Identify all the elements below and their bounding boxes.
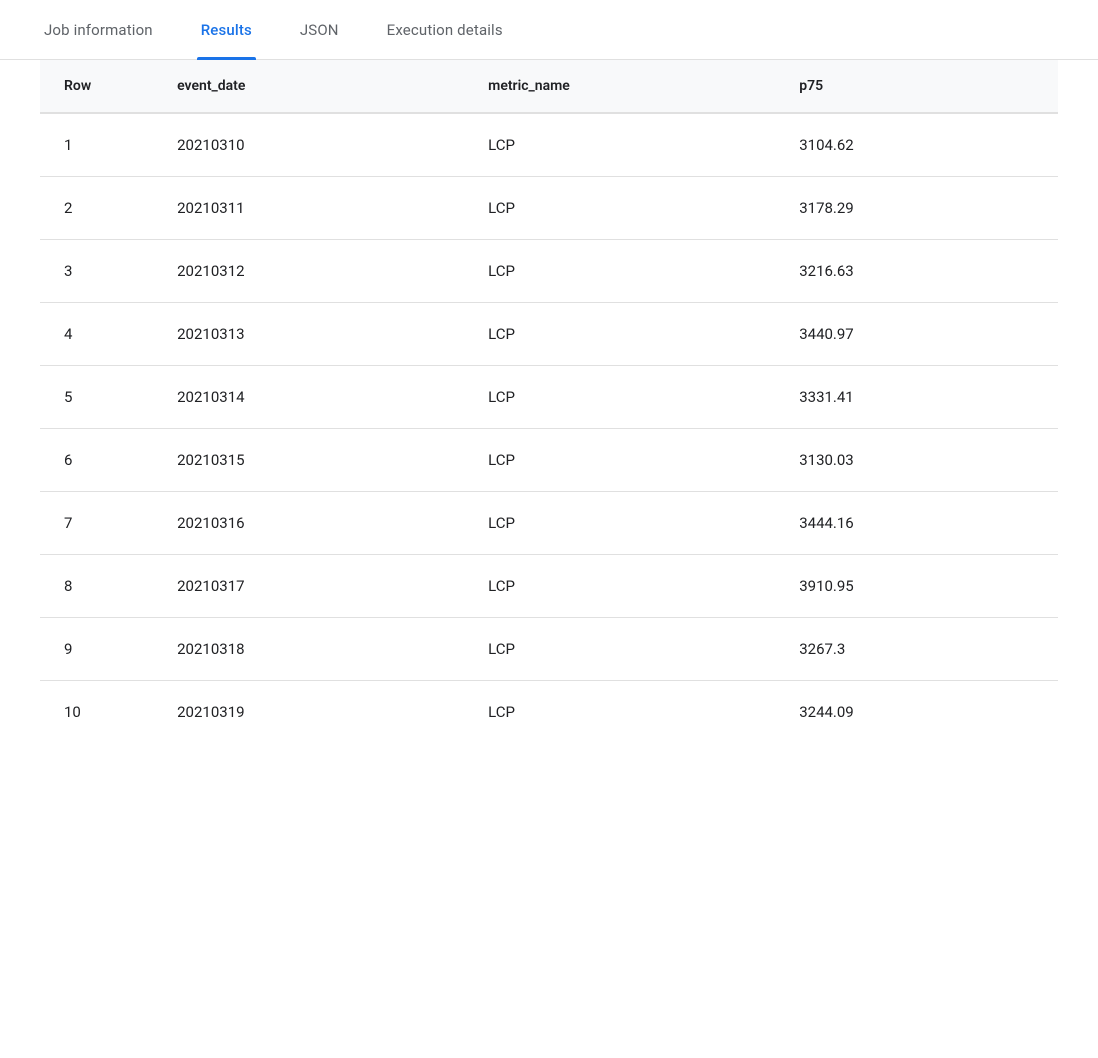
- cell-event-date-4: 20210314: [153, 366, 464, 429]
- cell-event-date-7: 20210317: [153, 555, 464, 618]
- table-row: 820210317LCP3910.95: [40, 555, 1058, 618]
- cell-event-date-9: 20210319: [153, 681, 464, 744]
- cell-p75-2: 3216.63: [775, 240, 1058, 303]
- cell-event-date-3: 20210313: [153, 303, 464, 366]
- cell-row-6: 7: [40, 492, 153, 555]
- tab-job-information[interactable]: Job information: [40, 0, 157, 59]
- table-row: 220210311LCP3178.29: [40, 177, 1058, 240]
- tabs-bar: Job information Results JSON Execution deta…: [0, 0, 1098, 60]
- column-header-metric-name: metric_name: [464, 60, 775, 113]
- cell-p75-0: 3104.62: [775, 113, 1058, 177]
- results-table: Row event_date metric_name p75 120210310…: [40, 60, 1058, 743]
- column-header-row: Row: [40, 60, 153, 113]
- cell-p75-9: 3244.09: [775, 681, 1058, 744]
- cell-metric-name-9: LCP: [464, 681, 775, 744]
- tab-json[interactable]: JSON: [296, 0, 343, 59]
- cell-row-3: 4: [40, 303, 153, 366]
- table-row: 520210314LCP3331.41: [40, 366, 1058, 429]
- cell-row-4: 5: [40, 366, 153, 429]
- cell-row-0: 1: [40, 113, 153, 177]
- cell-event-date-1: 20210311: [153, 177, 464, 240]
- cell-metric-name-8: LCP: [464, 618, 775, 681]
- table-header-row: Row event_date metric_name p75: [40, 60, 1058, 113]
- table-row: 120210310LCP3104.62: [40, 113, 1058, 177]
- cell-row-7: 8: [40, 555, 153, 618]
- table-row: 920210318LCP3267.3: [40, 618, 1058, 681]
- results-table-container: Row event_date metric_name p75 120210310…: [0, 60, 1098, 743]
- cell-row-9: 10: [40, 681, 153, 744]
- column-header-event-date: event_date: [153, 60, 464, 113]
- cell-event-date-8: 20210318: [153, 618, 464, 681]
- cell-row-5: 6: [40, 429, 153, 492]
- cell-row-1: 2: [40, 177, 153, 240]
- cell-p75-6: 3444.16: [775, 492, 1058, 555]
- cell-row-2: 3: [40, 240, 153, 303]
- cell-metric-name-3: LCP: [464, 303, 775, 366]
- cell-p75-7: 3910.95: [775, 555, 1058, 618]
- tab-results[interactable]: Results: [197, 0, 256, 59]
- cell-metric-name-2: LCP: [464, 240, 775, 303]
- cell-metric-name-6: LCP: [464, 492, 775, 555]
- cell-row-8: 9: [40, 618, 153, 681]
- cell-event-date-2: 20210312: [153, 240, 464, 303]
- cell-p75-5: 3130.03: [775, 429, 1058, 492]
- table-row: 420210313LCP3440.97: [40, 303, 1058, 366]
- cell-event-date-5: 20210315: [153, 429, 464, 492]
- table-row: 620210315LCP3130.03: [40, 429, 1058, 492]
- table-header: Row event_date metric_name p75: [40, 60, 1058, 113]
- column-header-p75: p75: [775, 60, 1058, 113]
- tab-execution-details[interactable]: Execution details: [383, 0, 507, 59]
- cell-metric-name-4: LCP: [464, 366, 775, 429]
- cell-p75-1: 3178.29: [775, 177, 1058, 240]
- table-body: 120210310LCP3104.62220210311LCP3178.2932…: [40, 113, 1058, 743]
- cell-event-date-0: 20210310: [153, 113, 464, 177]
- cell-p75-4: 3331.41: [775, 366, 1058, 429]
- cell-p75-8: 3267.3: [775, 618, 1058, 681]
- cell-metric-name-1: LCP: [464, 177, 775, 240]
- cell-event-date-6: 20210316: [153, 492, 464, 555]
- table-row: 1020210319LCP3244.09: [40, 681, 1058, 744]
- cell-p75-3: 3440.97: [775, 303, 1058, 366]
- cell-metric-name-0: LCP: [464, 113, 775, 177]
- cell-metric-name-7: LCP: [464, 555, 775, 618]
- cell-metric-name-5: LCP: [464, 429, 775, 492]
- table-row: 720210316LCP3444.16: [40, 492, 1058, 555]
- table-row: 320210312LCP3216.63: [40, 240, 1058, 303]
